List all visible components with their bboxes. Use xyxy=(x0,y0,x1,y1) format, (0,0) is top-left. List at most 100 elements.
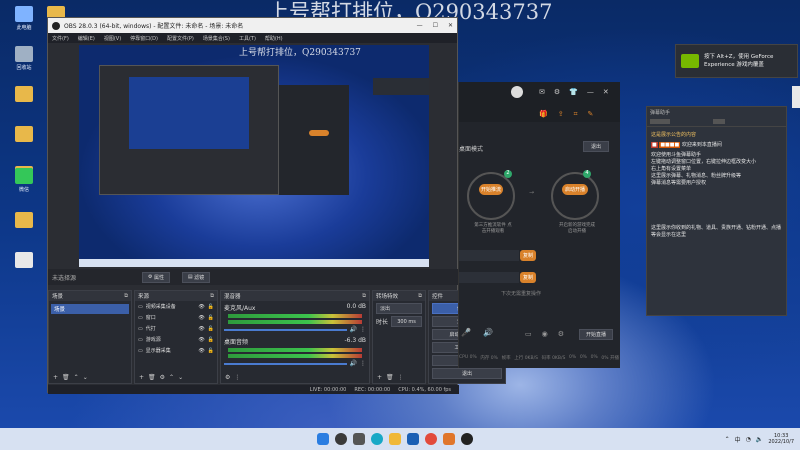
duration-input[interactable]: 300 ms xyxy=(391,316,422,327)
lock-icon[interactable]: 🔓 xyxy=(208,337,214,343)
tray-chevron-icon[interactable]: ⌃ xyxy=(725,436,730,443)
key-field[interactable] xyxy=(459,272,519,283)
more-icon[interactable]: ⋮ xyxy=(360,326,366,333)
menu-item[interactable]: 停靠窗口(D) xyxy=(130,35,158,42)
menu-item[interactable]: 视图(V) xyxy=(104,35,121,42)
server-field[interactable] xyxy=(459,250,519,261)
menu-item[interactable]: 工具(T) xyxy=(239,35,256,42)
speaker-icon[interactable]: 🔊 xyxy=(350,360,357,367)
add-icon[interactable]: + xyxy=(139,374,144,381)
transition-select[interactable]: 淡出 xyxy=(376,303,422,314)
lang-icon[interactable]: 中 xyxy=(735,435,741,444)
settings-icon[interactable]: ⚙ xyxy=(554,88,560,96)
eye-icon[interactable]: 👁 xyxy=(198,326,204,332)
lock-icon[interactable]: 🔓 xyxy=(208,304,214,310)
chrome-icon[interactable] xyxy=(425,433,437,445)
go-live-button[interactable]: 开始直播 xyxy=(579,329,613,340)
avatar[interactable] xyxy=(511,86,523,98)
lock-icon[interactable]: 🔓 xyxy=(208,326,214,332)
maximize-icon[interactable]: ☐ xyxy=(433,22,438,29)
minimize-icon[interactable]: — xyxy=(417,22,423,29)
desktop-icon[interactable] xyxy=(4,252,44,270)
trash-icon[interactable]: 🗑 xyxy=(148,374,156,381)
geforce-toast[interactable]: 按下 Alt+Z，使用 GeForce Experience 游戏内覆盖 xyxy=(675,44,798,78)
exit-mode-button[interactable]: 退出 xyxy=(583,141,609,152)
lock-icon[interactable]: 🔓 xyxy=(208,348,214,354)
source-item[interactable]: ▭ 视频采集设备 👁 🔓 xyxy=(135,301,217,312)
filter-tag[interactable] xyxy=(650,119,670,124)
search-icon[interactable] xyxy=(335,433,347,445)
close-icon[interactable]: ✕ xyxy=(448,22,453,29)
eye-icon[interactable]: 👁 xyxy=(198,304,204,310)
menu-item[interactable]: 帮助(H) xyxy=(265,35,283,42)
source-item[interactable]: ▭ 窗口 👁 🔓 xyxy=(135,312,217,323)
dock-expand-icon[interactable]: ⧉ xyxy=(362,293,366,300)
mic-icon[interactable]: 🎤 xyxy=(461,328,471,337)
gift-icon[interactable]: 🎁 xyxy=(539,110,548,119)
task-view-icon[interactable] xyxy=(353,433,365,445)
properties-button[interactable]: ⚙ 属性 xyxy=(142,271,171,283)
share-icon[interactable]: ⇪ xyxy=(558,110,564,119)
start-stream-pill[interactable]: 开始推流 xyxy=(479,184,503,195)
source-item[interactable]: ▭ 游戏源 👁 🔓 xyxy=(135,334,217,345)
add-icon[interactable]: + xyxy=(377,374,382,381)
trash-icon[interactable]: 🗑 xyxy=(62,374,70,381)
crop-icon[interactable]: ⌗ xyxy=(574,110,578,119)
volume-icon[interactable]: 🔈 xyxy=(756,436,763,443)
down-icon[interactable]: ⌄ xyxy=(178,374,183,381)
obs-titlebar[interactable]: OBS 28.0.3 (64-bit, windows) - 配置文件: 未命名… xyxy=(48,18,457,33)
gear-icon[interactable]: ⚙ xyxy=(160,374,165,381)
source-item[interactable]: ▭ 显示器采集 👁 🔓 xyxy=(135,345,217,356)
trash-icon[interactable]: 🗑 xyxy=(386,374,394,381)
up-icon[interactable]: ⌃ xyxy=(74,374,79,381)
wifi-icon[interactable]: ◔ xyxy=(746,436,751,443)
eye-icon[interactable]: 👁 xyxy=(198,315,204,321)
gear-icon[interactable]: ⚙ xyxy=(225,374,230,381)
eye-icon[interactable]: ◉ xyxy=(542,330,548,338)
menu-item[interactable]: 编辑(E) xyxy=(78,35,95,42)
minimize-icon[interactable]: — xyxy=(587,88,594,96)
gear-icon[interactable]: ⚙ xyxy=(558,330,564,338)
camera-icon[interactable]: ▭ xyxy=(525,330,532,338)
volume-slider[interactable] xyxy=(224,362,347,365)
explorer-icon[interactable] xyxy=(389,433,401,445)
obs-icon[interactable] xyxy=(461,433,473,445)
skin-icon[interactable]: 👕 xyxy=(569,88,578,96)
copy-button[interactable]: 复制 xyxy=(520,272,536,283)
desktop-icon[interactable] xyxy=(4,212,44,230)
scene-item[interactable]: 场景 xyxy=(51,304,129,314)
speaker-icon[interactable]: 🔊 xyxy=(483,328,493,337)
dock-expand-icon[interactable]: ⧉ xyxy=(418,293,422,300)
start-icon[interactable] xyxy=(317,433,329,445)
eye-icon[interactable]: 👁 xyxy=(198,337,204,343)
more-icon[interactable]: ⋮ xyxy=(360,360,366,367)
start-live-pill[interactable]: 启动开播 xyxy=(562,184,588,195)
more-icon[interactable]: ⋮ xyxy=(234,374,240,381)
menu-item[interactable]: 场景集合(S) xyxy=(203,35,230,42)
source-item[interactable]: ▭ 代打 👁 🔓 xyxy=(135,323,217,334)
eye-icon[interactable]: 👁 xyxy=(198,348,204,354)
volume-slider[interactable] xyxy=(224,328,347,331)
app-icon[interactable] xyxy=(443,433,455,445)
store-icon[interactable] xyxy=(407,433,419,445)
edge-widget[interactable] xyxy=(792,86,800,108)
filter-tag[interactable] xyxy=(713,119,725,124)
brush-icon[interactable]: ✎ xyxy=(588,110,594,119)
menu-item[interactable]: 配置文件(P) xyxy=(167,35,194,42)
filters-button[interactable]: ▤ 滤镜 xyxy=(182,271,211,283)
dock-expand-icon[interactable]: ⧉ xyxy=(124,293,128,300)
up-icon[interactable]: ⌃ xyxy=(169,374,174,381)
down-icon[interactable]: ⌄ xyxy=(83,374,88,381)
dock-expand-icon[interactable]: ⧉ xyxy=(210,293,214,300)
edge-icon[interactable] xyxy=(371,433,383,445)
menu-item[interactable]: 文件(F) xyxy=(52,35,69,42)
obs-preview[interactable]: 上号帮打排位，Q290343737 xyxy=(79,45,429,267)
more-icon[interactable]: ⋮ xyxy=(398,374,404,381)
lock-icon[interactable]: 🔓 xyxy=(208,315,214,321)
speaker-icon[interactable]: 🔊 xyxy=(350,326,357,333)
control-button[interactable]: 退出 xyxy=(432,368,502,379)
message-icon[interactable]: ✉ xyxy=(539,88,545,96)
close-icon[interactable]: ✕ xyxy=(603,88,609,96)
add-icon[interactable]: + xyxy=(53,374,58,381)
clock[interactable]: 10:33 2022/10/7 xyxy=(768,433,794,445)
